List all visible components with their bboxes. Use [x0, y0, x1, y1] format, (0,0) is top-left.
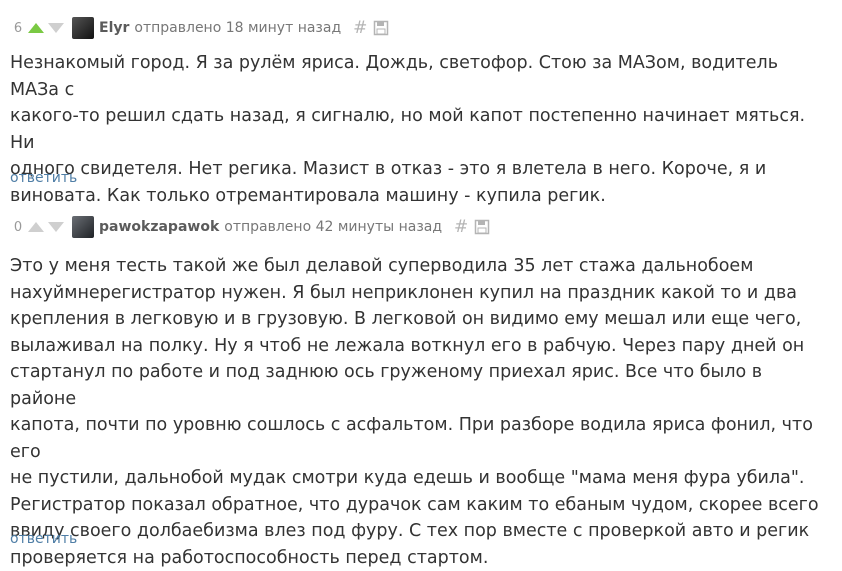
posted-time: отправлено 18 минут назад [134, 20, 342, 36]
permalink-hash-icon[interactable]: # [353, 18, 367, 38]
author-link[interactable]: Elyr [99, 20, 129, 36]
comment-meta: 6 Elyr отправлено 18 минут назад # [10, 17, 389, 39]
avatar[interactable] [72, 216, 94, 238]
downvote-icon[interactable] [46, 21, 66, 35]
score: 0 [13, 219, 23, 235]
save-icon[interactable] [373, 20, 389, 36]
reply-link[interactable]: ответить [10, 531, 77, 547]
comment-meta: 0 pawokzapawok отправлено 42 минуты наза… [10, 216, 490, 238]
reply-link[interactable]: ответить [10, 170, 77, 186]
posted-time: отправлено 42 минуты назад [224, 219, 443, 235]
downvote-icon[interactable] [46, 220, 66, 234]
upvote-icon[interactable] [26, 220, 46, 234]
author-link[interactable]: pawokzapawok [99, 219, 219, 235]
comment-text: Незнакомый город. Я за рулём яриса. Дожд… [10, 53, 806, 206]
avatar[interactable] [72, 17, 94, 39]
permalink-hash-icon[interactable]: # [454, 217, 468, 237]
upvote-icon[interactable] [26, 21, 46, 35]
save-icon[interactable] [474, 219, 490, 235]
comment-text: Это у меня тесть такой же был делавой су… [10, 256, 819, 568]
score: 6 [13, 20, 23, 36]
